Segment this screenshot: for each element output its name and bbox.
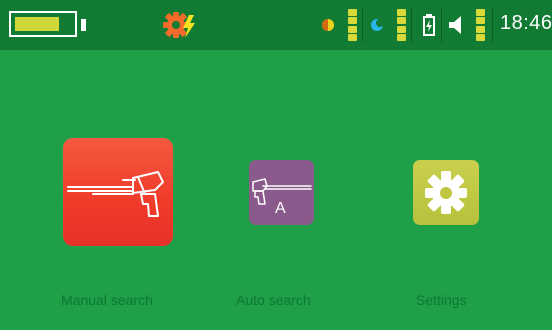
battery-fill [15,17,59,31]
level-segment [348,25,357,33]
sensitivity-icon[interactable] [321,18,335,32]
separator [411,8,412,42]
level-segment [476,17,485,25]
sensitivity-level [348,9,357,41]
device-battery-icon[interactable] [423,14,435,36]
auto-search-button[interactable]: A [249,160,314,225]
manual-search-label[interactable]: Manual search [61,292,153,308]
level-segment [476,33,485,41]
level-segment [397,25,406,33]
separator [441,8,442,42]
level-segment [348,17,357,25]
separator [362,8,363,42]
clock: 18:46 [500,12,552,34]
level-segment [348,9,357,16]
auto-search-label[interactable]: Auto search [236,292,311,308]
detector-icon [67,171,164,217]
volume-icon[interactable] [449,15,467,35]
level-segment [476,9,485,16]
level-segment [397,33,406,41]
screen: 18:46 A Manual search Auto search Settin… [0,0,552,330]
level-segment [397,17,406,25]
level-segment [348,33,357,41]
settings-label[interactable]: Settings [416,292,467,308]
settings-gear-flash-icon[interactable] [161,9,201,41]
level-segment [476,25,485,33]
manual-search-button[interactable] [63,138,173,246]
battery-cap [81,19,86,31]
gear-icon [425,171,467,214]
discrimination-icon[interactable] [370,18,384,32]
discrimination-level [397,9,406,41]
auto-badge: A [275,200,286,217]
settings-button[interactable] [413,160,479,225]
volume-level [476,9,485,41]
status-bar: 18:46 [0,0,552,50]
level-segment [397,9,406,16]
battery-icon [9,11,77,37]
separator [492,8,493,42]
